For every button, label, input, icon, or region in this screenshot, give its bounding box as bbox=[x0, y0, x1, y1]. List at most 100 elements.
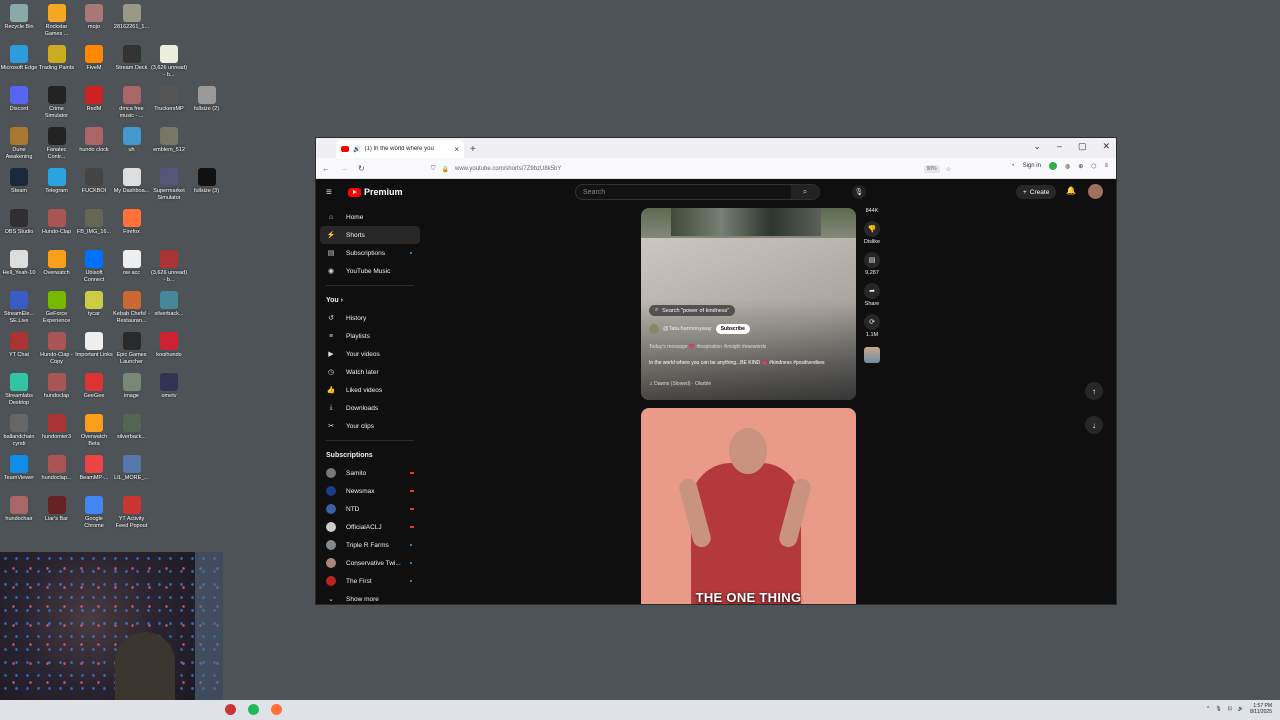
desktop-icon[interactable]: Crime Simulator bbox=[38, 86, 76, 119]
next-short-button[interactable]: ↓ bbox=[1085, 416, 1103, 434]
dislike-button[interactable]: 👎 bbox=[864, 221, 880, 237]
short-video-1[interactable]: ⌕ Search "power of kindness" @Tata.harmo… bbox=[641, 208, 856, 400]
desktop-icon[interactable]: Google Chrome bbox=[75, 496, 113, 529]
desktop-icon[interactable]: Epic Games Launcher bbox=[113, 332, 151, 365]
search-button[interactable]: ⌕ bbox=[791, 185, 819, 199]
desktop-icon[interactable]: fullsize (2) bbox=[188, 86, 226, 113]
desktop-icon[interactable]: fullsize (3) bbox=[188, 168, 226, 195]
sidebar-item-your-clips[interactable]: ✂ Your clips bbox=[320, 417, 420, 435]
desktop-icon[interactable]: Kebab Chefs! - Restauran... bbox=[113, 291, 151, 324]
desktop-icon[interactable]: Stream Deck bbox=[113, 45, 151, 72]
sidebar-item-show-more[interactable]: ⌄ Show more bbox=[320, 590, 420, 604]
desktop-icon[interactable]: emblem_512 bbox=[150, 127, 188, 154]
guide-menu-icon[interactable]: ≡ bbox=[326, 187, 340, 198]
desktop-icon[interactable]: Steam bbox=[0, 168, 38, 195]
desktop-icon[interactable]: FB_IMG_16... bbox=[75, 209, 113, 236]
desktop-icon[interactable]: Telegram bbox=[38, 168, 76, 195]
desktop-icon[interactable]: Firefox bbox=[113, 209, 151, 236]
sign-in-button[interactable]: Sign in bbox=[1023, 163, 1041, 169]
new-tab-button[interactable]: + bbox=[470, 144, 476, 155]
volume-icon[interactable]: 🔊 bbox=[1238, 706, 1244, 712]
extension-2-icon[interactable]: ◍ bbox=[1065, 163, 1070, 170]
desktop-icon[interactable]: tycar bbox=[75, 291, 113, 318]
zoom-badge[interactable]: 90% bbox=[923, 165, 940, 173]
desktop-icon[interactable]: mojo bbox=[75, 4, 113, 31]
bookmark-star-icon[interactable]: ☆ bbox=[946, 166, 951, 173]
sidebar-item-officialaclj[interactable]: OfficialACLJ bbox=[320, 518, 420, 536]
close-tab-icon[interactable]: × bbox=[454, 145, 459, 154]
desktop-icon[interactable]: (3,626 unread) - b... bbox=[150, 250, 188, 283]
desktop-icon[interactable]: YT Activity Feed Popout bbox=[113, 496, 151, 529]
notifications-bell-icon[interactable]: 🔔 bbox=[1066, 186, 1076, 195]
subscribe-button[interactable]: Subscribe bbox=[715, 324, 750, 334]
desktop-icon[interactable]: TeamViewer bbox=[0, 455, 38, 482]
tray-chevron-icon[interactable]: ^ bbox=[1207, 706, 1209, 712]
desktop-icon[interactable]: hundomier3 bbox=[38, 414, 76, 441]
spotify-icon[interactable] bbox=[248, 704, 259, 715]
sidebar-item-downloads[interactable]: ⤓ Downloads bbox=[320, 399, 420, 417]
search-input[interactable]: Search ⌕ bbox=[575, 184, 820, 200]
network-icon[interactable]: ⊡ bbox=[1228, 706, 1232, 712]
desktop-icon[interactable]: Overwatch bbox=[38, 250, 76, 277]
minimize-button[interactable]: – bbox=[1057, 141, 1062, 152]
sidebar-item-home[interactable]: ⌂ Home bbox=[320, 208, 420, 226]
desktop-icon[interactable]: uh bbox=[113, 127, 151, 154]
desktop-icon[interactable]: Hundo-Clap bbox=[38, 209, 76, 236]
sidebar-item-conservative-twi[interactable]: Conservative Twi... bbox=[320, 554, 420, 572]
desktop-icon[interactable]: Streamlabs Desktop bbox=[0, 373, 38, 406]
desktop-icon[interactable]: Dune Awakening bbox=[0, 127, 38, 160]
create-button[interactable]: + Create bbox=[1016, 185, 1057, 199]
sidebar-item-samito[interactable]: Samito bbox=[320, 464, 420, 482]
share-button[interactable]: ➦ bbox=[864, 283, 880, 299]
desktop-icon[interactable]: hundoclap bbox=[38, 373, 76, 400]
remix-button[interactable]: ⟳ bbox=[864, 314, 880, 330]
short-description[interactable]: In the world where you can be anything..… bbox=[649, 359, 849, 367]
list-tabs-icon[interactable]: ⌄ bbox=[1033, 141, 1041, 152]
desktop-icon[interactable]: Hell_Yeah-10 bbox=[0, 250, 38, 277]
desktop-icon[interactable]: GeForce Experience bbox=[38, 291, 76, 324]
desktop-icon[interactable]: Recycle Bin bbox=[0, 4, 38, 31]
sidebar-item-watch-later[interactable]: ◷ Watch later bbox=[320, 363, 420, 381]
extensions-icon[interactable]: ⬡ bbox=[1091, 163, 1096, 170]
desktop-icon[interactable]: Liar's Bar bbox=[38, 496, 76, 523]
desktop-icon[interactable]: hundo clock bbox=[75, 127, 113, 154]
desktop-icon[interactable]: Overwatch Beta bbox=[75, 414, 113, 447]
desktop-icon[interactable]: Discord bbox=[0, 86, 38, 113]
forward-icon[interactable]: → bbox=[340, 164, 348, 173]
comments-button[interactable]: ▤ bbox=[864, 252, 880, 268]
lock-icon[interactable]: 🔒 bbox=[442, 166, 449, 173]
sidebar-item-subscriptions[interactable]: ▤ Subscriptions bbox=[320, 244, 420, 262]
channel-avatar[interactable] bbox=[649, 324, 659, 334]
desktop-icon[interactable]: RedM bbox=[75, 86, 113, 113]
avatar[interactable] bbox=[1088, 184, 1103, 199]
desktop-icon[interactable]: My Dashboa... bbox=[113, 168, 151, 195]
desktop-icon[interactable]: FiveM bbox=[75, 45, 113, 72]
desktop-icon[interactable]: Ubisoft Connect bbox=[75, 250, 113, 283]
desktop-icon[interactable]: Supermarket Simulator bbox=[150, 168, 188, 201]
desktop-icon[interactable]: FUCKBOI bbox=[75, 168, 113, 195]
speaker-icon[interactable]: 🔊 bbox=[353, 146, 360, 153]
extension-icon[interactable] bbox=[1048, 162, 1057, 170]
youtube-logo[interactable]: Premium bbox=[348, 187, 403, 197]
you-section-header[interactable]: You › bbox=[320, 291, 420, 309]
desktop-icon[interactable]: hundochair bbox=[0, 496, 38, 523]
sidebar-item-youtube-music[interactable]: ◉ YouTube Music bbox=[320, 262, 420, 280]
desktop-icon[interactable]: kooihundo bbox=[150, 332, 188, 359]
desktop-icon[interactable]: silverback... bbox=[113, 414, 151, 441]
browser-tab[interactable]: 🔊 (1) In the world where you × bbox=[336, 140, 464, 158]
desktop-icon[interactable]: ometv bbox=[150, 373, 188, 400]
channel-name[interactable]: @Tata.harmonyway bbox=[663, 326, 712, 332]
desktop-icon[interactable]: 28162261_1... bbox=[113, 4, 151, 31]
desktop-icon[interactable]: Hundo-Clap - Copy bbox=[38, 332, 76, 365]
desktop-icon[interactable]: (3,626 unread) - b... bbox=[150, 45, 188, 78]
desktop-icon[interactable]: ballandchain cyndi bbox=[0, 414, 38, 447]
firefox-icon[interactable] bbox=[271, 704, 282, 715]
desktop-icon[interactable]: OBS Studio bbox=[0, 209, 38, 236]
desktop-icon[interactable]: Microsoft Edge bbox=[0, 45, 38, 72]
desktop-icon[interactable]: hundoclap... bbox=[38, 455, 76, 482]
desktop-icon[interactable]: Trading Paints bbox=[38, 45, 76, 72]
search-suggestion-pill[interactable]: ⌕ Search "power of kindness" bbox=[649, 305, 736, 316]
desktop-icon[interactable]: silverback... bbox=[150, 291, 188, 318]
sidebar-item-ntd[interactable]: NTD bbox=[320, 500, 420, 518]
menu-icon[interactable]: ≡ bbox=[1104, 163, 1108, 169]
